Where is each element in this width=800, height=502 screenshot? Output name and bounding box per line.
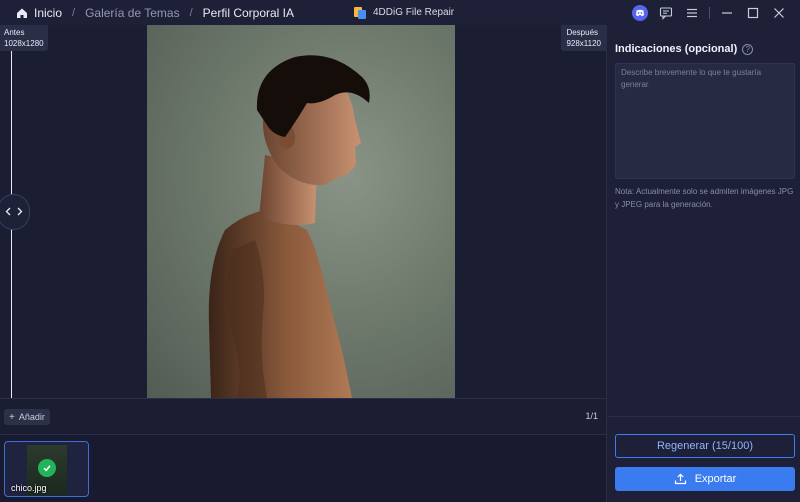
- discord-icon[interactable]: [627, 0, 653, 25]
- after-tag: Después 928x1120: [561, 25, 606, 51]
- feedback-icon[interactable]: [653, 0, 679, 25]
- image-toolbar: + Añadir 1/1: [0, 398, 606, 434]
- breadcrumb-separator: /: [72, 6, 76, 19]
- window-controls: [627, 0, 792, 25]
- check-icon: [38, 459, 56, 477]
- app-title-text: 4DDiG File Repair: [373, 7, 455, 18]
- after-size: 928x1120: [566, 39, 601, 48]
- before-label: Antes: [4, 28, 25, 37]
- after-label: Después: [566, 28, 599, 37]
- before-tag: Antes 1028x1280: [0, 25, 48, 51]
- regenerate-button[interactable]: Regenerar (15/100): [615, 434, 795, 458]
- thumbnail-filename: chico.jpg: [11, 483, 47, 493]
- export-button-label: Exportar: [694, 473, 737, 485]
- plus-icon: +: [9, 411, 15, 423]
- chevron-right-icon: [17, 203, 23, 221]
- page-counter: 1/1: [585, 411, 598, 421]
- home-icon[interactable]: [16, 7, 28, 19]
- export-button[interactable]: Exportar: [615, 467, 795, 491]
- upload-icon: [674, 473, 687, 485]
- compare-stage: Antes 1028x1280 Después 928x1120: [0, 25, 606, 398]
- panel-title: Indicaciones (opcional) ?: [615, 43, 754, 55]
- breadcrumb-home[interactable]: Inicio: [34, 6, 62, 20]
- add-button[interactable]: + Añadir: [4, 409, 50, 425]
- chevron-left-icon: [5, 203, 11, 221]
- app-title: 4DDiG File Repair: [353, 0, 454, 25]
- menu-icon[interactable]: [679, 0, 705, 25]
- app-logo-icon: [353, 6, 367, 20]
- prompt-input[interactable]: [615, 63, 795, 179]
- format-note: Nota: Actualmente solo se admiten imágen…: [615, 187, 794, 209]
- close-icon[interactable]: [766, 0, 792, 25]
- breadcrumb-current: Perfil Corporal IA: [202, 5, 295, 20]
- minimize-icon[interactable]: [714, 0, 740, 25]
- thumbnail-item[interactable]: chico.jpg: [4, 441, 89, 497]
- breadcrumb: Inicio / Galería de Temas / Perfil Corpo…: [0, 0, 294, 25]
- breadcrumb-gallery[interactable]: Galería de Temas: [85, 6, 180, 20]
- title-bar: Inicio / Galería de Temas / Perfil Corpo…: [0, 0, 800, 25]
- thumbnail-strip: chico.jpg: [0, 434, 606, 502]
- add-button-label: Añadir: [18, 412, 45, 422]
- before-size: 1028x1280: [4, 39, 44, 48]
- window-controls-divider: [709, 6, 710, 19]
- breadcrumb-separator: /: [189, 6, 193, 19]
- help-icon[interactable]: ?: [742, 43, 754, 55]
- panel-divider: [607, 416, 800, 417]
- compare-slider-handle[interactable]: [0, 194, 30, 230]
- prompt-panel: Indicaciones (opcional) ? Nota: Actualme…: [606, 25, 800, 502]
- maximize-icon[interactable]: [740, 0, 766, 25]
- panel-title-text: Indicaciones (opcional): [615, 43, 738, 55]
- result-image: [147, 25, 455, 398]
